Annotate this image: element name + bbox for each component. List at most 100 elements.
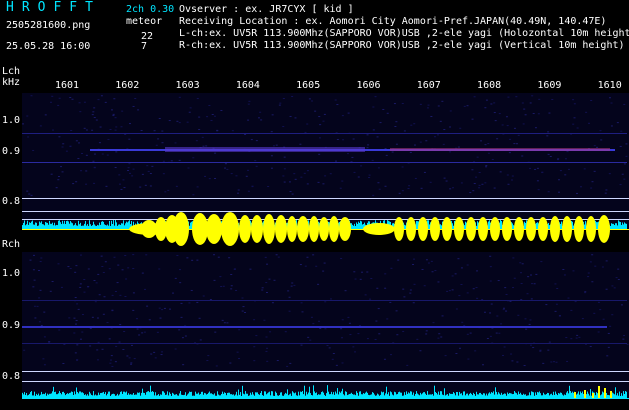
lch-noise-bar — [610, 225, 611, 229]
noise-speck — [406, 364, 409, 366]
rch-noise-bar — [213, 394, 214, 398]
noise-speck — [485, 166, 488, 168]
noise-speck — [43, 311, 46, 313]
rch-noise-bar — [541, 395, 542, 398]
noise-speck — [303, 172, 306, 174]
noise-speck — [112, 113, 115, 115]
rch-noise-bar — [576, 394, 577, 398]
noise-speck — [157, 138, 160, 140]
noise-speck — [124, 295, 127, 297]
noise-speck — [208, 178, 211, 180]
noise-speck — [125, 278, 128, 280]
rch-noise-bar — [270, 395, 271, 398]
rch-noise-bar — [452, 393, 453, 398]
rch-noise-bar — [446, 394, 447, 398]
rch-noise-bar — [411, 391, 412, 398]
rch-noise-bar — [133, 392, 134, 398]
noise-speck — [317, 283, 320, 285]
noise-speck — [57, 176, 60, 178]
rch-noise-bar — [429, 394, 430, 398]
lch-noise-bar — [362, 224, 363, 229]
lch-noise-bar — [47, 222, 48, 229]
noise-speck — [506, 174, 509, 176]
lch-noise-bar — [68, 221, 69, 229]
rch-noise-bar — [533, 392, 534, 398]
noise-speck — [502, 307, 505, 309]
lch-faint-trace — [22, 133, 627, 134]
rch-noise-bar — [102, 392, 103, 398]
lch-baseline — [22, 229, 629, 230]
lch-noise-bar — [111, 220, 112, 229]
noise-speck — [430, 260, 433, 262]
noise-speck — [266, 263, 269, 265]
noise-speck — [395, 310, 398, 312]
noise-speck — [589, 345, 592, 347]
noise-speck — [62, 143, 65, 145]
noise-speck — [364, 294, 367, 296]
noise-speck — [55, 187, 58, 189]
noise-speck — [419, 141, 422, 143]
rch-noise-bar — [428, 394, 429, 398]
noise-speck — [443, 129, 446, 131]
noise-speck — [61, 146, 64, 148]
lch-noise-bar — [125, 223, 126, 229]
lch-noise-bar — [614, 224, 615, 229]
noise-speck — [505, 116, 508, 118]
noise-speck — [433, 136, 436, 138]
rch-noise-bar — [582, 391, 583, 398]
rch-noise-bar — [148, 391, 149, 398]
noise-speck — [578, 336, 581, 338]
noise-speck — [579, 186, 582, 188]
rch-noise-bar — [484, 393, 485, 398]
rch-noise-bar — [376, 395, 377, 398]
rch-noise-bar — [275, 391, 276, 398]
lch-noise-bar — [99, 222, 100, 229]
rch-noise-bar — [420, 392, 421, 398]
noise-speck — [593, 312, 596, 314]
noise-speck — [145, 254, 148, 256]
rch-noise-bar — [63, 391, 64, 398]
noise-speck — [502, 309, 505, 311]
rch-noise-bar — [72, 391, 73, 398]
rch-noise-bar — [434, 385, 435, 398]
rch-noise-bar — [52, 391, 53, 398]
noise-speck — [588, 122, 591, 124]
noise-speck — [132, 292, 135, 294]
noise-speck — [75, 265, 78, 267]
lch-noise-bar — [465, 221, 466, 229]
rch-noise-bar — [103, 391, 104, 398]
noise-speck — [99, 126, 102, 128]
noise-speck — [484, 182, 487, 184]
noise-speck — [76, 344, 79, 346]
lch-noise-bar — [51, 223, 52, 229]
noise-speck — [427, 262, 430, 264]
noise-speck — [186, 121, 189, 123]
rch-noise-bar — [247, 393, 248, 398]
lch-noise-bar — [356, 222, 357, 229]
rch-noise-bar — [36, 393, 37, 398]
noise-speck — [503, 346, 506, 348]
noise-speck — [372, 194, 375, 196]
rch-noise-bar — [151, 391, 152, 398]
noise-speck — [242, 306, 245, 308]
lch-noise-bar — [611, 223, 612, 229]
rch-noise-bar — [443, 395, 444, 398]
rch-noise-bar — [222, 391, 223, 398]
rch-noise-bar — [395, 392, 396, 398]
noise-speck — [276, 360, 279, 362]
noise-speck — [332, 353, 335, 355]
noise-speck — [175, 185, 178, 187]
noise-speck — [309, 339, 312, 341]
noise-speck — [138, 334, 141, 336]
noise-speck — [196, 98, 199, 100]
rch-noise-bar — [425, 393, 426, 398]
lch-noise-bar — [104, 224, 105, 229]
rch-noise-bar — [416, 391, 417, 398]
rch-noise-bar — [187, 394, 188, 398]
rch-noise-bar — [362, 394, 363, 398]
noise-speck — [395, 121, 398, 123]
rch-noise-bar — [489, 392, 490, 398]
noise-speck — [158, 307, 161, 309]
lch-noise-bar — [617, 225, 618, 229]
noise-speck — [475, 287, 478, 289]
